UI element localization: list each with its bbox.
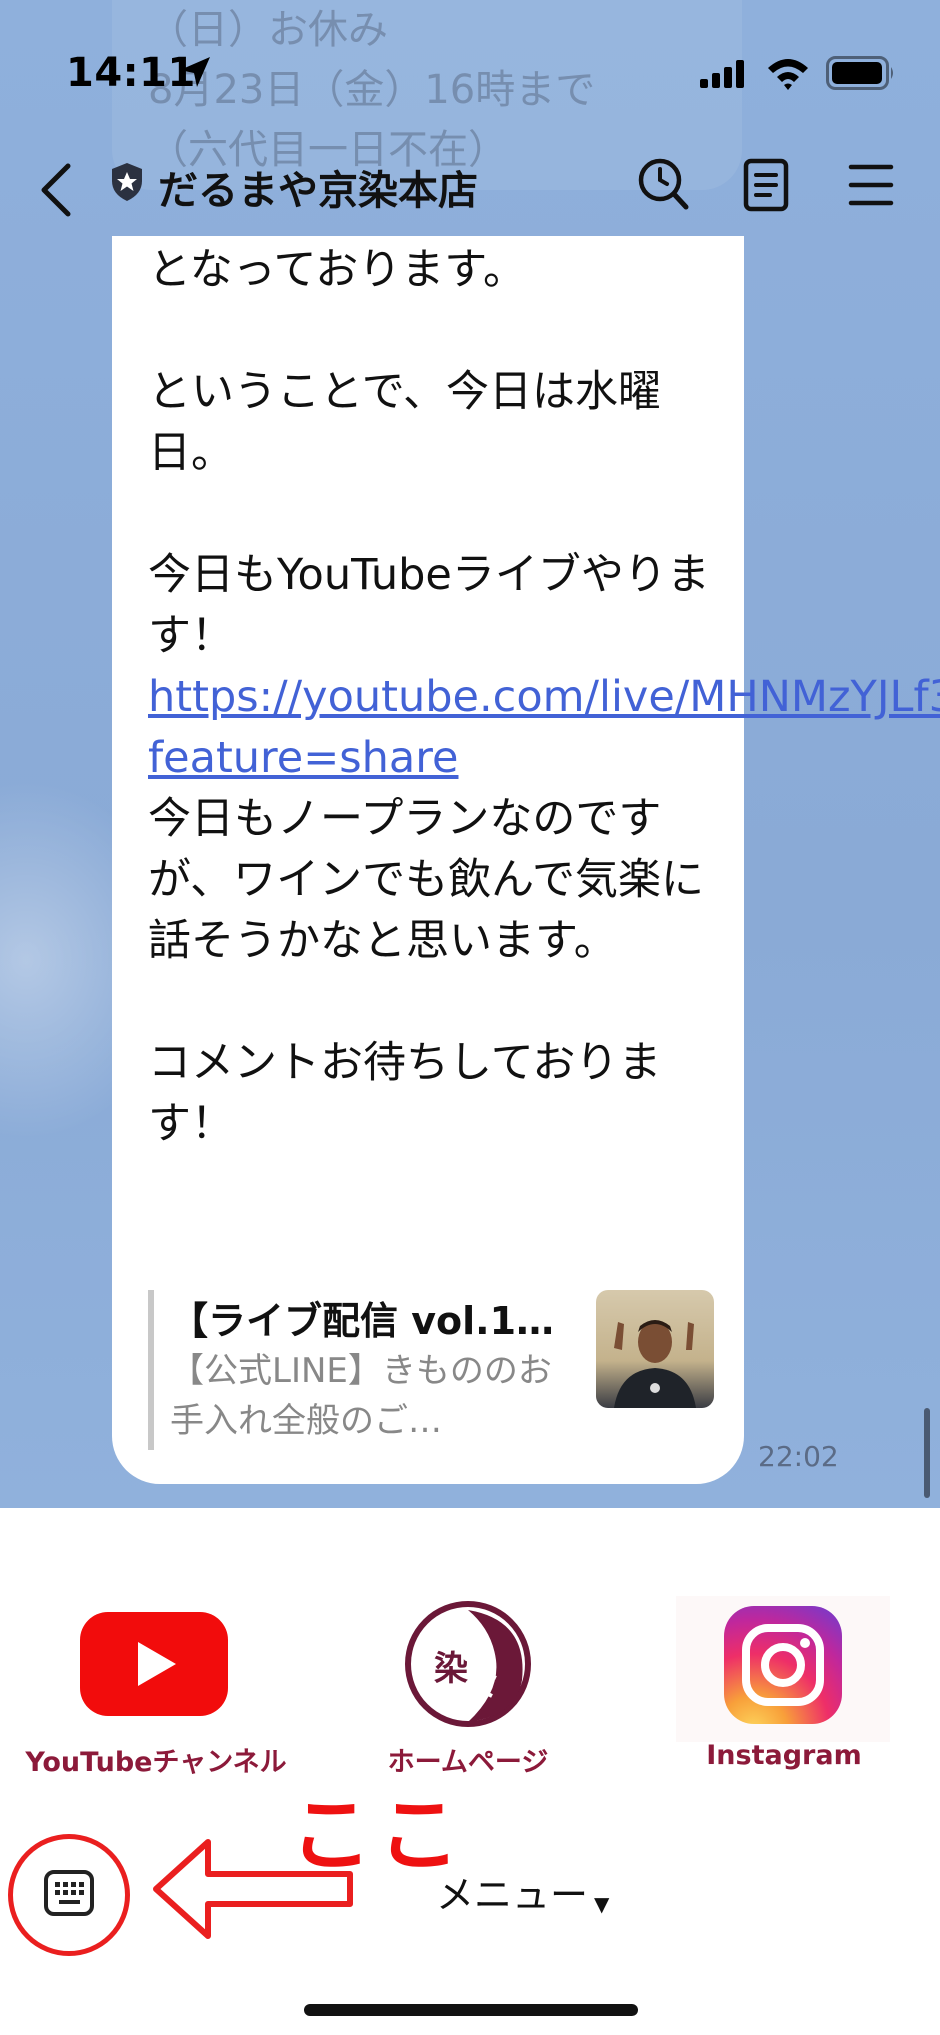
rich-menu: YouTubeチャンネル 染 ホームページ Instagram <box>0 1508 940 1808</box>
search-icon[interactable] <box>636 154 690 214</box>
annotation-arrow-icon <box>153 1839 353 1939</box>
rich-menu-instagram[interactable]: Instagram <box>634 1598 934 1798</box>
message-text: となっております。 ということで、今日は水曜日。 今日もYouTubeライブやり… <box>148 240 940 1155</box>
scroll-indicator[interactable] <box>924 1408 930 1498</box>
caret-down-icon: ▼ <box>594 1891 610 1916</box>
keyboard-icon <box>44 1870 94 1916</box>
home-indicator[interactable] <box>304 2004 638 2016</box>
message-bubble[interactable]: となっております。 ということで、今日は水曜日。 今日もYouTubeライブやり… <box>112 236 940 1484</box>
hamburger-menu-icon[interactable] <box>848 162 894 208</box>
rich-menu-toggle[interactable]: メニュー ▼ <box>436 1864 636 1920</box>
status-time: 14:11 <box>66 50 196 96</box>
verified-shield-icon <box>112 163 142 201</box>
keyboard-toggle-button[interactable] <box>8 1834 130 1956</box>
link-preview-title: 【ライブ配信 vol.1… <box>170 1299 555 1343</box>
link-preview[interactable]: 【ライブ配信 vol.1… 【公式LINE】きもののお手入れ全般のご… <box>148 1290 714 1450</box>
location-arrow-icon <box>180 57 210 87</box>
wifi-icon <box>768 59 808 90</box>
menu-toggle-label: メニュー <box>436 1873 589 1917</box>
message-timestamp: 22:02 <box>758 1440 839 1473</box>
status-bar: 14:11 <box>0 0 940 150</box>
link-preview-description: 【公式LINE】きもののお手入れ全般のご… <box>170 1351 552 1441</box>
cellular-signal-icon <box>700 60 744 88</box>
battery-icon <box>826 56 893 90</box>
rich-menu-instagram-label: Instagram <box>706 1740 862 1771</box>
message-text-before: となっております。 ということで、今日は水曜日。 今日もYouTubeライブやり… <box>148 245 710 661</box>
message-text-after: 今日もノープランなのですが、ワインでも飲んで気楽に話そうかなと思います。 コメン… <box>148 794 704 1149</box>
notes-icon[interactable] <box>742 158 790 212</box>
link-preview-thumbnail <box>596 1290 714 1408</box>
youtube-link[interactable]: https://youtube.com/live/MHNMzYJLf3s?fea… <box>148 672 940 783</box>
chat-header: だるまや京染本店 <box>0 140 940 240</box>
chat-title[interactable]: だるまや京染本店 <box>158 158 478 216</box>
back-chevron-icon[interactable] <box>36 160 76 220</box>
rich-menu-youtube[interactable]: YouTubeチャンネル <box>6 1598 306 1798</box>
rich-menu-youtube-label: YouTubeチャンネル <box>25 1747 287 1778</box>
